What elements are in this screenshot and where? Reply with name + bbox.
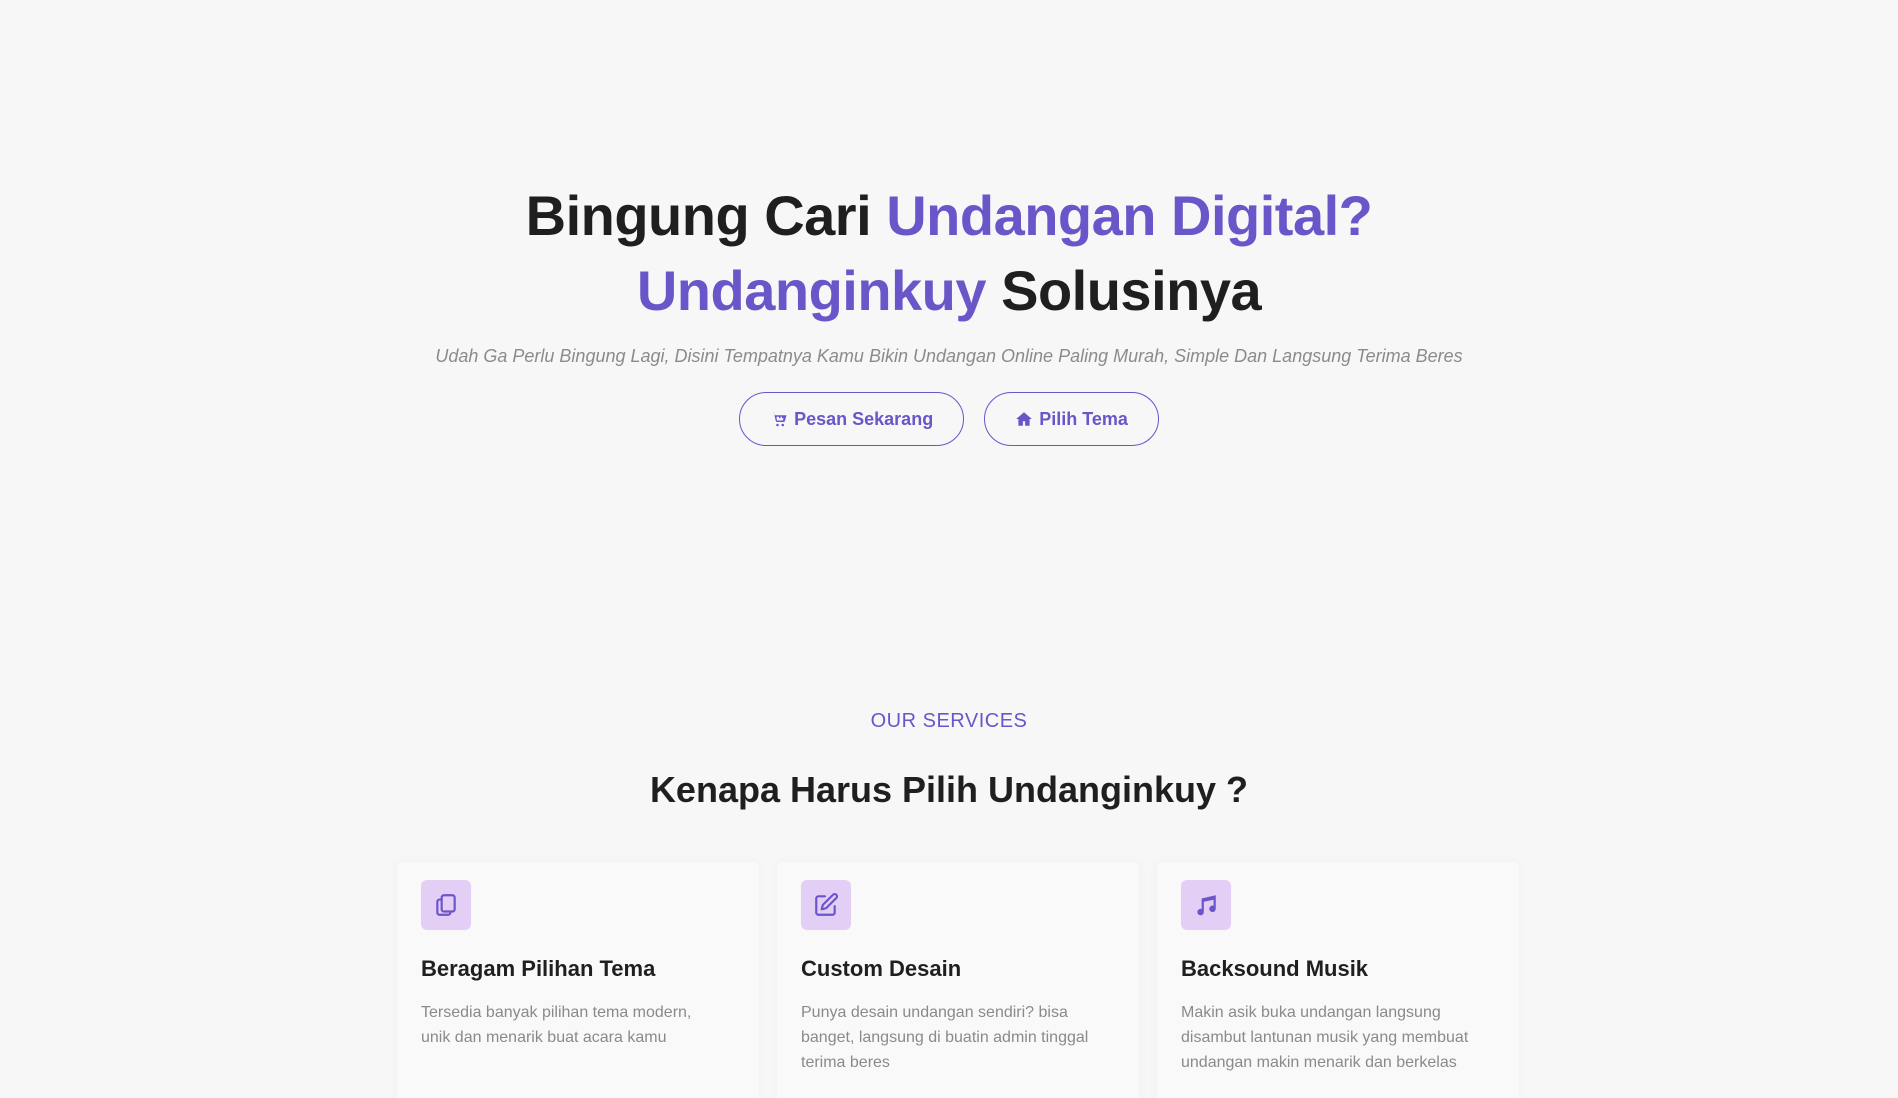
service-card: Backsound Musik Makin asik buka undangan…	[1157, 862, 1519, 1098]
services-title: Kenapa Harus Pilih Undanginkuy ?	[649, 769, 1249, 810]
service-card: Beragam Pilihan Tema Tersedia banyak pil…	[397, 862, 759, 1098]
hero-subtitle: Udah Ga Perlu Bingung Lagi, Disini Tempa…	[435, 346, 1463, 366]
choose-theme-button[interactable]: Pilih Tema	[984, 392, 1159, 446]
services-section: OUR SERVICES Kenapa Harus Pilih Undangin…	[0, 710, 1898, 811]
copy-icon	[436, 894, 456, 916]
page: Bingung Cari Undangan Digital? Undangink…	[0, 0, 1898, 1098]
hero-title-text: Bingung Cari	[525, 184, 887, 247]
edit-icon	[815, 893, 838, 916]
card-title: Backsound Musik	[1181, 956, 1369, 981]
card-icon-box	[801, 880, 851, 930]
order-now-button[interactable]: Pesan Sekarang	[739, 392, 965, 446]
services-eyebrow: OUR SERVICES	[870, 710, 1028, 732]
hero-title: Bingung Cari Undangan Digital? Undangink…	[0, 178, 1898, 328]
service-card: Custom Desain Punya desain undangan send…	[777, 862, 1139, 1098]
hero-buttons: Pesan Sekarang Pilih Tema	[0, 392, 1898, 446]
hero-section: Bingung Cari Undangan Digital? Undangink…	[0, 178, 1898, 446]
music-icon	[1197, 895, 1216, 916]
card-title: Beragam Pilihan Tema	[421, 956, 656, 981]
card-title: Custom Desain	[801, 956, 962, 981]
hero-title-accent: Undangan Digital?	[886, 184, 1373, 247]
card-description: Punya desain undangan sendiri? bisa bang…	[801, 1004, 1089, 1071]
card-description: Tersedia banyak pilihan tema modern, uni…	[421, 1004, 692, 1046]
service-cards: Beragam Pilihan Tema Tersedia banyak pil…	[397, 862, 1519, 1098]
hero-brand-name: Undanginkuy	[636, 259, 987, 322]
hero-title-text: Solusinya	[986, 259, 1262, 322]
home-icon	[1016, 412, 1033, 426]
card-description: Makin asik buka undangan langsung disamb…	[1181, 1004, 1469, 1071]
cart-icon	[771, 412, 787, 427]
card-icon-box	[1181, 880, 1231, 930]
card-icon-box	[421, 880, 471, 930]
order-now-label: Pesan Sekarang	[794, 408, 934, 429]
choose-theme-label: Pilih Tema	[1039, 408, 1128, 429]
